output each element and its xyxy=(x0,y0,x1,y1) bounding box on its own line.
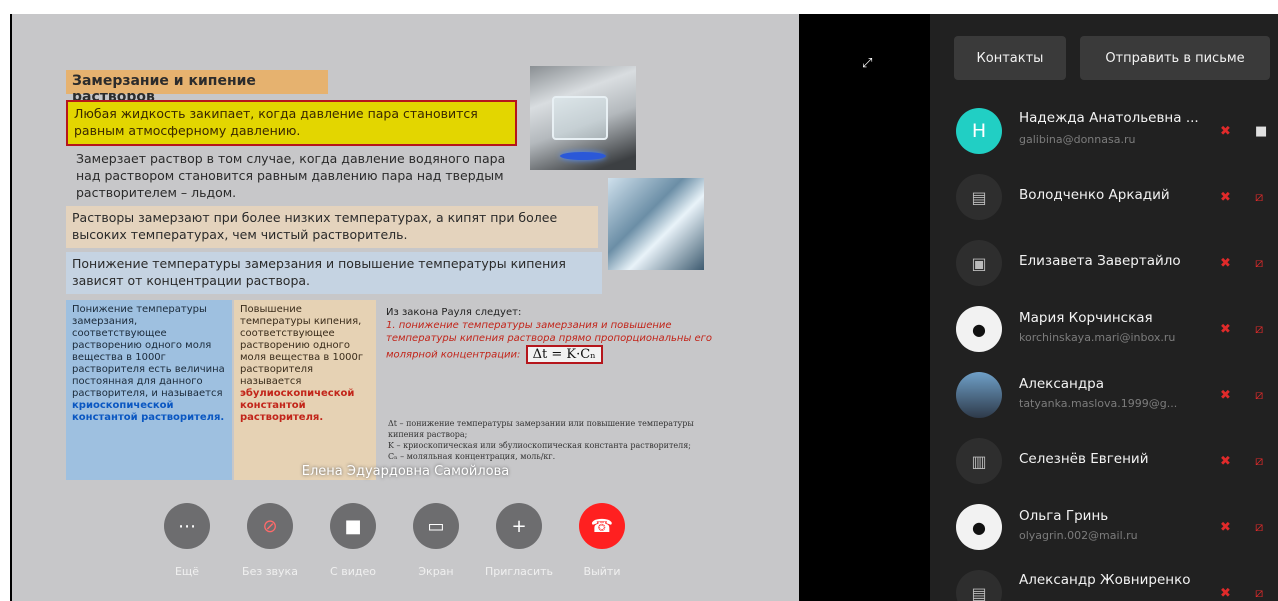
contacts-button[interactable]: Контакты xyxy=(954,36,1066,80)
device-icon: ▥ xyxy=(971,451,987,471)
participant-row[interactable]: ● Ольга Гринь olyagrin.002@mail.ru ✖ ⧄ xyxy=(930,492,1278,558)
participant-name: Мария Корчинская xyxy=(1019,310,1153,326)
screen-share-icon: ▭ xyxy=(427,515,445,537)
more-icon: ⋯ xyxy=(178,515,196,537)
mic-off-icon: ✖ xyxy=(1220,454,1231,469)
participant-email: korchinskaya.mari@inbox.ru xyxy=(1019,331,1176,344)
device-icon: ▤ xyxy=(971,583,987,601)
camera-off-icon: ⧄ xyxy=(1255,322,1264,337)
legend-line-3: Cₙ – моляльная концентрация, моль/кг. xyxy=(388,452,556,461)
leave-button[interactable]: ☎ xyxy=(579,503,625,549)
mic-off-icon: ✖ xyxy=(1220,256,1231,271)
participant-name: Елизавета Завертайло xyxy=(1019,253,1181,269)
invite-button[interactable]: + xyxy=(496,503,542,549)
penguin-icon: ● xyxy=(972,319,986,339)
avatar: ● xyxy=(956,306,1002,352)
fullscreen-icon[interactable]: ⤢ xyxy=(862,56,872,71)
participant-row[interactable]: Н Надежда Анатольевна ... galibina@donna… xyxy=(930,96,1278,162)
participant-name: Селезнёв Евгений xyxy=(1019,451,1149,467)
glass-vessel-shape xyxy=(552,96,608,140)
participant-name: Александра xyxy=(1019,376,1105,392)
send-by-email-button[interactable]: Отправить в письме xyxy=(1080,36,1270,80)
mic-off-icon: ✖ xyxy=(1220,586,1231,601)
penguin-icon: ● xyxy=(972,517,986,537)
avatar xyxy=(956,372,1002,418)
avatar: ▣ xyxy=(956,240,1002,286)
avatar: ▤ xyxy=(956,570,1002,601)
participant-row[interactable]: ▣ Елизавета Завертайло ✖ ⧄ xyxy=(930,228,1278,294)
mic-off-icon: ✖ xyxy=(1220,322,1231,337)
participant-email: galibina@donnasa.ru xyxy=(1019,133,1136,146)
mic-off-icon: ✖ xyxy=(1220,124,1231,139)
mic-off-icon: ⊘ xyxy=(262,515,278,537)
more-label: Ещё xyxy=(174,565,200,578)
participant-row[interactable]: ● Мария Корчинская korchinskaya.mari@inb… xyxy=(930,294,1278,360)
avatar: Н xyxy=(956,108,1002,154)
video-button[interactable]: ■ xyxy=(330,503,376,549)
video-label: С видео xyxy=(330,565,376,578)
camera-off-icon: ⧄ xyxy=(1255,388,1264,403)
avatar: ● xyxy=(956,504,1002,550)
hang-up-icon: ☎ xyxy=(590,515,614,537)
mute-label: Без звука xyxy=(242,565,298,578)
ebullioscopic-text: Повышение температуры кипения, соответст… xyxy=(240,304,364,387)
camera-icon: ■ xyxy=(1255,124,1268,139)
video-call-window: Замерзание и кипение растворов Любая жид… xyxy=(10,14,1278,601)
flame-shape xyxy=(560,152,606,160)
participant-email: olyagrin.002@mail.ru xyxy=(1019,529,1138,542)
participant-name: Надежда Анатольевна ... xyxy=(1019,110,1199,126)
cryoscopic-box: Понижение температуры замерзания, соотве… xyxy=(66,300,232,480)
mute-button[interactable]: ⊘ xyxy=(247,503,293,549)
shared-screen-area: Замерзание и кипение растворов Любая жид… xyxy=(10,14,930,601)
raoult-intro: Из закона Рауля следует: xyxy=(386,307,522,318)
screen-share-button[interactable]: ▭ xyxy=(413,503,459,549)
participant-row[interactable]: ▤ Володченко Аркадий ✖ ⧄ xyxy=(930,162,1278,228)
participant-row[interactable]: Александра tatyanka.maslova.1999@g... ✖ … xyxy=(930,360,1278,426)
camera-off-icon: ⧄ xyxy=(1255,586,1264,601)
avatar: ▥ xyxy=(956,438,1002,484)
device-icon: ▤ xyxy=(971,187,987,207)
slide-paragraph-freezing: Замерзает раствор в том случае, когда да… xyxy=(76,151,506,200)
mic-off-icon: ✖ xyxy=(1220,388,1231,403)
speaker-name: Елена Эдуардовна Самойлова xyxy=(301,464,510,479)
participant-name: Александр Жовниренко xyxy=(1019,572,1191,588)
slide-paragraph-concentration: Понижение температуры замерзания и повыш… xyxy=(66,252,602,294)
avatar: ▤ xyxy=(956,174,1002,220)
cryoscopic-highlight: криоскопической константой растворителя. xyxy=(72,400,225,423)
slide-title: Замерзание и кипение растворов xyxy=(66,70,328,105)
tv-icon: ▣ xyxy=(971,253,987,273)
camera-off-icon: ⧄ xyxy=(1255,190,1264,205)
participant-row[interactable]: ▥ Селезнёв Евгений ✖ ⧄ xyxy=(930,426,1278,492)
ebullioscopic-box: Повышение температуры кипения, соответст… xyxy=(234,300,376,480)
cryoscopic-text: Понижение температуры замерзания, соотве… xyxy=(72,304,225,399)
participant-row[interactable]: ▤ Александр Жовниренко ✖ ⧄ xyxy=(930,558,1278,601)
presentation-slide: Замерзание и кипение растворов Любая жид… xyxy=(12,14,799,601)
slide-definition: Любая жидкость закипает, когда давление … xyxy=(66,100,517,146)
legend-line-1: Δt – понижение температуры замерзании ил… xyxy=(388,419,694,439)
plus-icon: + xyxy=(511,515,527,537)
camera-off-icon: ⧄ xyxy=(1255,520,1264,535)
leave-label: Выйти xyxy=(583,565,621,578)
mic-off-icon: ✖ xyxy=(1220,520,1231,535)
slide-paragraph-temperatures: Растворы замерзают при более низких темп… xyxy=(66,206,598,248)
screen-label: Экран xyxy=(418,565,454,578)
raoult-formula: Δt = K·Cₙ xyxy=(525,345,603,364)
kettle-photo xyxy=(530,66,636,170)
ebullioscopic-highlight: эбулиоскопической константой растворител… xyxy=(240,388,355,423)
participant-name: Ольга Гринь xyxy=(1019,508,1109,524)
camera-icon: ■ xyxy=(344,515,362,537)
formula-legend: Δt – понижение температуры замерзании ил… xyxy=(388,418,718,462)
participants-panel: Контакты Отправить в письме Н Надежда Ан… xyxy=(930,14,1278,601)
ice-cubes-photo xyxy=(608,178,704,270)
raoult-law-block: Из закона Рауля следует: 1. понижение те… xyxy=(386,306,716,364)
invite-label: Пригласить xyxy=(484,565,554,578)
participant-name: Володченко Аркадий xyxy=(1019,187,1170,203)
legend-line-2: K – криоскопическая или эбулиоскопическа… xyxy=(388,441,691,450)
more-button[interactable]: ⋯ xyxy=(164,503,210,549)
mic-off-icon: ✖ xyxy=(1220,190,1231,205)
camera-off-icon: ⧄ xyxy=(1255,256,1264,271)
camera-off-icon: ⧄ xyxy=(1255,454,1264,469)
participant-email: tatyanka.maslova.1999@g... xyxy=(1019,397,1178,410)
